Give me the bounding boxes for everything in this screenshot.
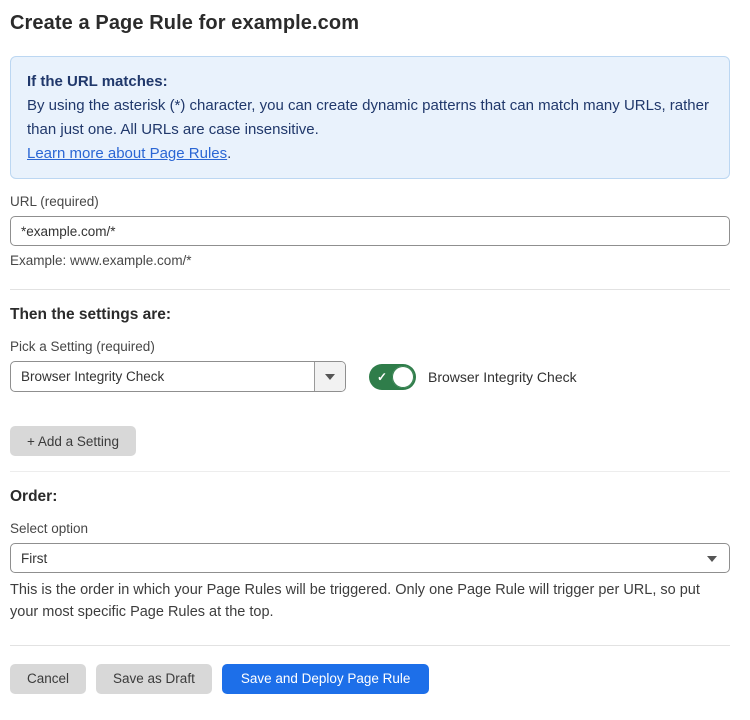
info-box-link-line: Learn more about Page Rules. <box>27 142 713 166</box>
setting-select-arrow-button[interactable] <box>314 362 345 391</box>
learn-more-link[interactable]: Learn more about Page Rules <box>27 145 227 162</box>
section-divider <box>10 471 730 472</box>
info-box-heading: If the URL matches: <box>27 70 713 94</box>
order-select-value: First <box>11 551 729 566</box>
url-label: URL (required) <box>10 194 730 209</box>
setting-row: Browser Integrity Check ✓ Browser Integr… <box>10 361 730 392</box>
check-icon: ✓ <box>377 369 387 385</box>
add-setting-button[interactable]: + Add a Setting <box>10 426 136 456</box>
cancel-button[interactable]: Cancel <box>10 664 86 694</box>
toggle-label: Browser Integrity Check <box>428 369 577 385</box>
order-select-label: Select option <box>10 521 730 536</box>
setting-select-value: Browser Integrity Check <box>11 369 314 384</box>
order-select[interactable]: First <box>10 543 730 573</box>
save-draft-button[interactable]: Save as Draft <box>96 664 212 694</box>
footer-actions: Cancel Save as Draft Save and Deploy Pag… <box>10 664 730 694</box>
create-page-rule-panel: Create a Page Rule for example.com If th… <box>0 0 750 694</box>
toggle-knob <box>392 366 414 388</box>
chevron-down-icon <box>707 556 717 562</box>
section-divider <box>10 289 730 290</box>
settings-section-heading: Then the settings are: <box>10 306 730 324</box>
link-suffix-text: . <box>227 145 231 162</box>
page-title: Create a Page Rule for example.com <box>10 12 730 35</box>
url-example-helper: Example: www.example.com/* <box>10 253 730 268</box>
chevron-down-icon <box>325 374 335 380</box>
pick-setting-label: Pick a Setting (required) <box>10 339 730 354</box>
url-input[interactable] <box>10 216 730 246</box>
info-box-body: By using the asterisk (*) character, you… <box>27 94 713 142</box>
browser-integrity-toggle[interactable]: ✓ <box>369 364 416 390</box>
order-helper-text: This is the order in which your Page Rul… <box>10 580 730 624</box>
url-match-info-box: If the URL matches: By using the asteris… <box>10 56 730 179</box>
setting-select[interactable]: Browser Integrity Check <box>10 361 346 392</box>
footer-divider <box>10 645 730 646</box>
save-deploy-button[interactable]: Save and Deploy Page Rule <box>222 664 430 694</box>
order-section-heading: Order: <box>10 488 730 506</box>
